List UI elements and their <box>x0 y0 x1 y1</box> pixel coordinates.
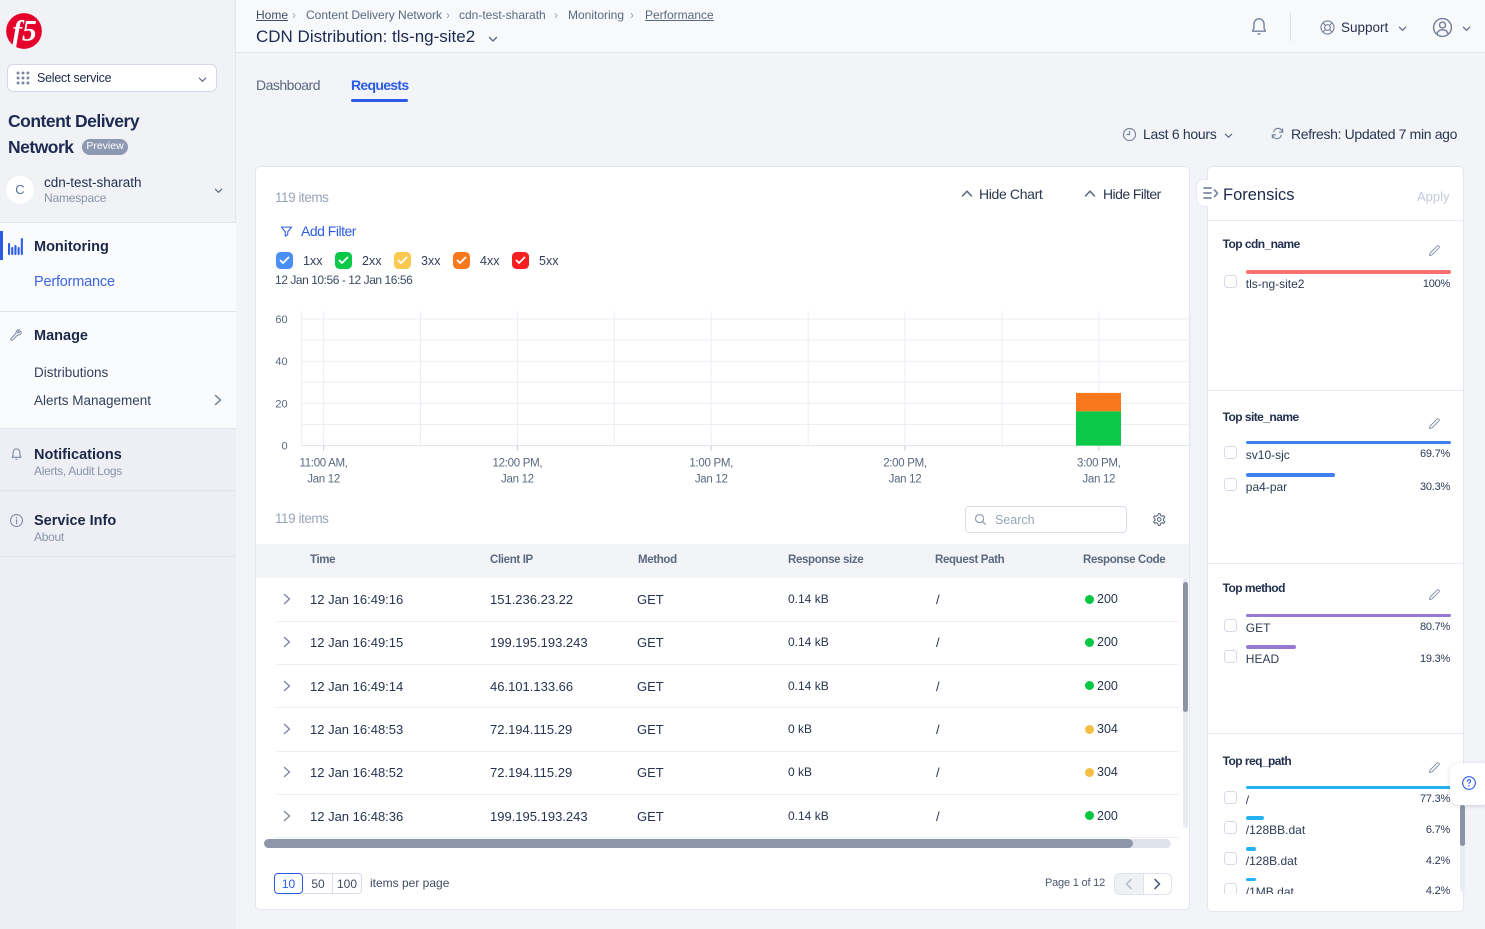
svg-text:3:00 PM,: 3:00 PM, <box>1077 458 1121 470</box>
svg-text:40: 40 <box>275 356 287 368</box>
svg-text:Jan 12: Jan 12 <box>889 474 922 486</box>
svg-text:Jan 12: Jan 12 <box>695 474 728 486</box>
svg-text:11:00 AM,: 11:00 AM, <box>299 458 347 470</box>
svg-text:0: 0 <box>281 441 287 453</box>
svg-text:60: 60 <box>275 314 287 326</box>
svg-text:1:00 PM,: 1:00 PM, <box>689 458 733 470</box>
svg-text:Jan 12: Jan 12 <box>501 474 534 486</box>
svg-text:20: 20 <box>275 398 287 410</box>
svg-text:Jan 12: Jan 12 <box>307 474 340 486</box>
svg-text:2:00 PM,: 2:00 PM, <box>883 458 927 470</box>
svg-text:Jan 12: Jan 12 <box>1082 474 1115 486</box>
svg-text:f5: f5 <box>12 16 37 48</box>
svg-text:12:00 PM,: 12:00 PM, <box>493 458 543 470</box>
